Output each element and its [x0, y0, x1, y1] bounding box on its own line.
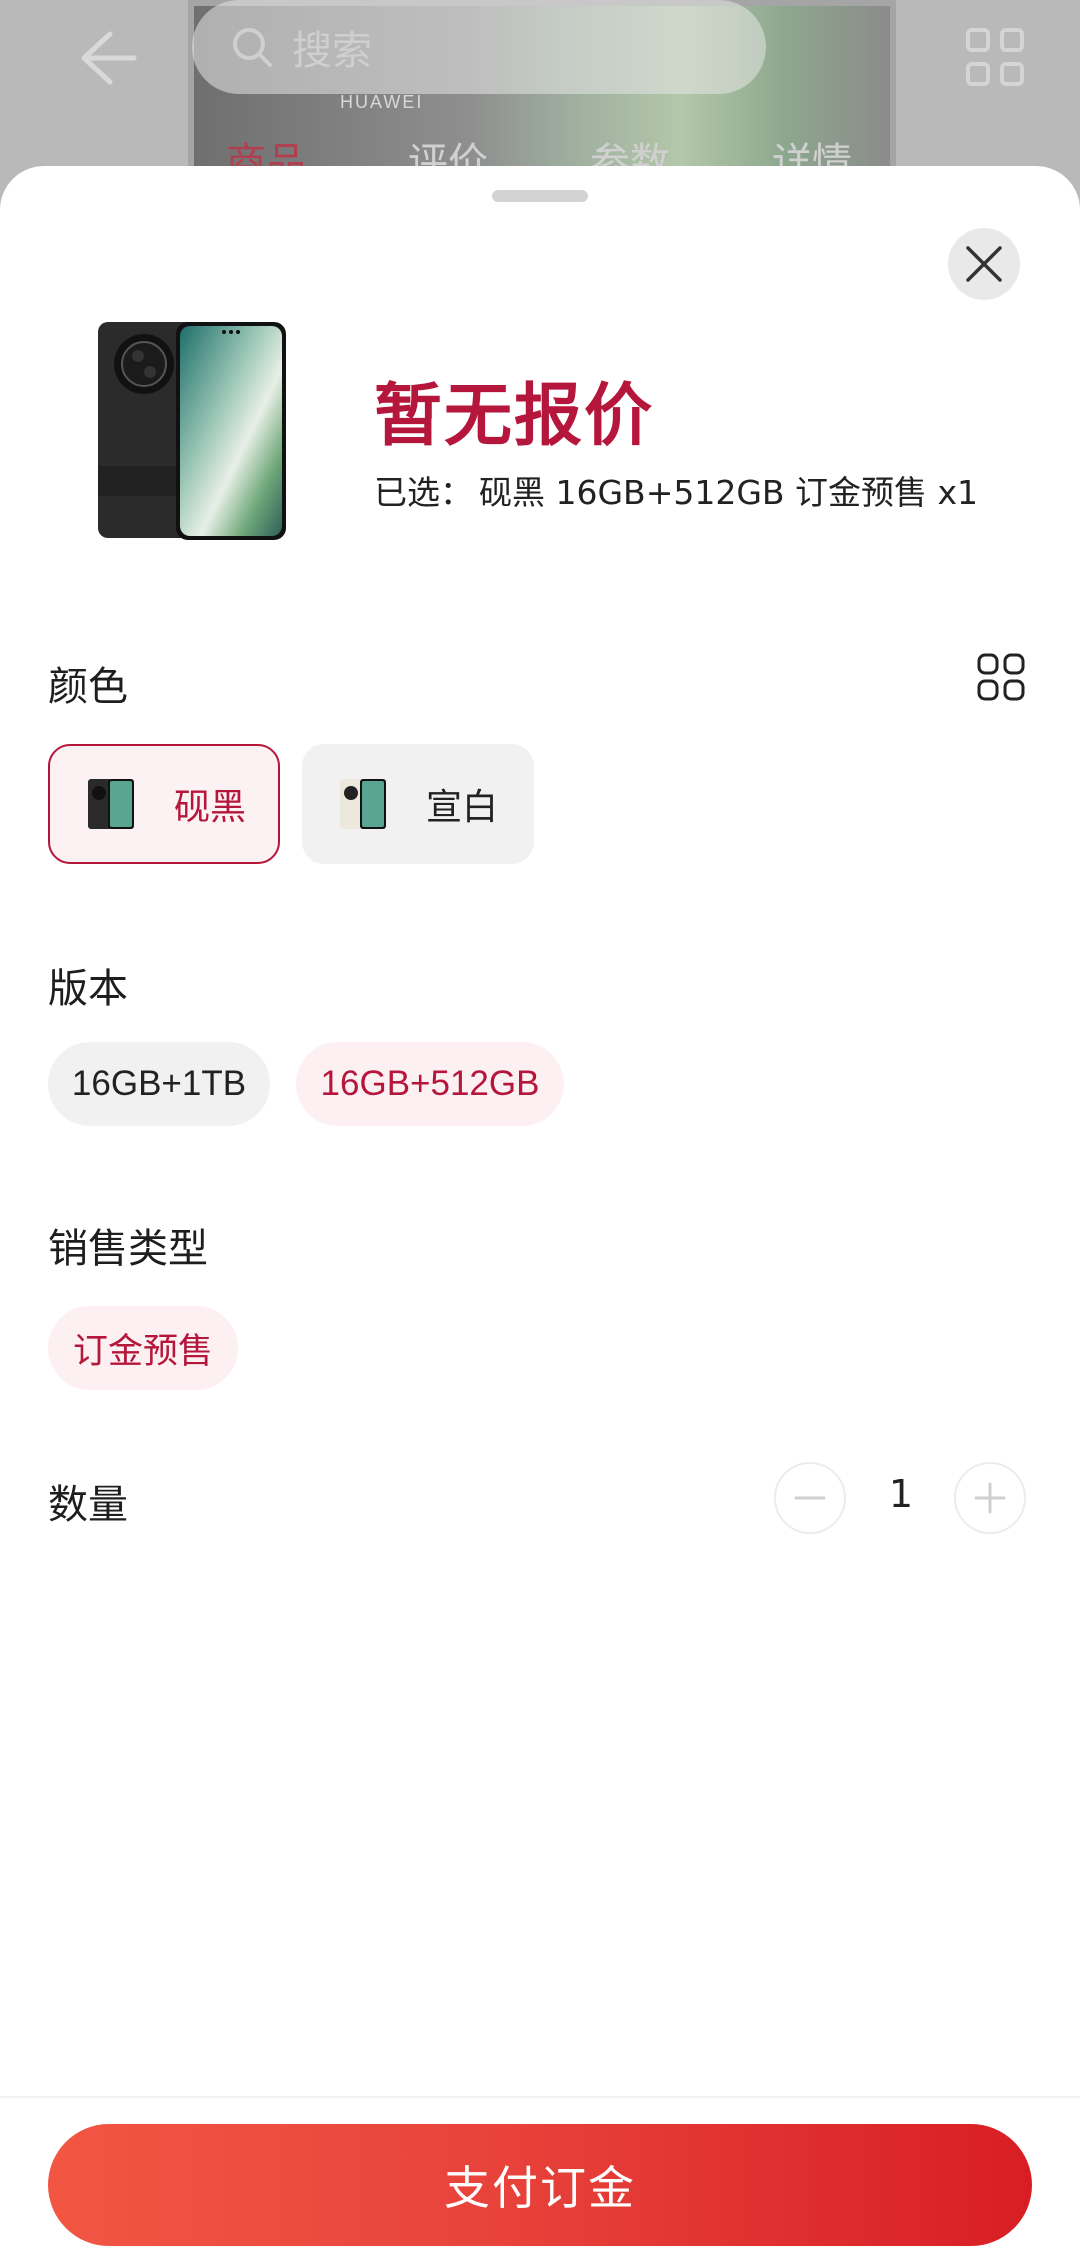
background-search-bar: 搜索: [192, 0, 766, 94]
color-section-title: 颜色: [48, 664, 128, 710]
sale-type-option-deposit[interactable]: 订金预售: [48, 1306, 238, 1390]
close-icon: [966, 246, 1002, 282]
grid-view-icon[interactable]: [976, 652, 1026, 702]
search-icon: [233, 28, 272, 67]
minus-icon: [794, 1496, 826, 1500]
close-button[interactable]: [948, 228, 1020, 300]
pay-deposit-button[interactable]: 支付订金: [48, 2124, 1032, 2246]
sheet-drag-handle[interactable]: [492, 190, 588, 202]
product-image: [90, 316, 294, 552]
footer-divider: [0, 2096, 1080, 2098]
selected-summary-label: 已选：: [374, 473, 473, 512]
color-option-white[interactable]: 宣白: [302, 744, 534, 864]
white-phone-thumbnail: [340, 779, 386, 829]
search-placeholder: 搜索: [292, 28, 372, 74]
price-label: 暂无报价: [374, 377, 655, 456]
version-option-16gb-1tb[interactable]: 16GB+1TB: [48, 1042, 270, 1126]
quantity-section-title: 数量: [48, 1482, 128, 1528]
color-option-black[interactable]: 砚黑: [48, 744, 280, 864]
plus-icon: [974, 1482, 1006, 1514]
back-arrow-icon: [60, 18, 140, 98]
sale-type-section-title: 销售类型: [48, 1226, 208, 1272]
quantity-value: 1: [888, 1472, 914, 1516]
selected-summary-value: 砚黑 16GB+512GB 订金预售 x1: [479, 473, 979, 512]
color-option-label: 砚黑: [174, 787, 247, 828]
quantity-decrease-button[interactable]: [774, 1462, 846, 1534]
version-option-16gb-512gb[interactable]: 16GB+512GB: [296, 1042, 564, 1126]
quantity-increase-button[interactable]: [954, 1462, 1026, 1534]
color-option-label: 宣白: [426, 787, 499, 828]
black-phone-thumbnail: [88, 779, 134, 829]
selected-summary: 已选： 砚黑 16GB+512GB 订金预售 x1: [374, 466, 978, 514]
more-icon: [960, 22, 1030, 92]
version-section-title: 版本: [48, 966, 128, 1012]
background-brand: HUAWEI: [340, 92, 424, 112]
product-options-sheet: 暂无报价 已选： 砚黑 16GB+512GB 订金预售 x1 颜色 砚黑 宣白 版…: [0, 166, 1080, 2264]
